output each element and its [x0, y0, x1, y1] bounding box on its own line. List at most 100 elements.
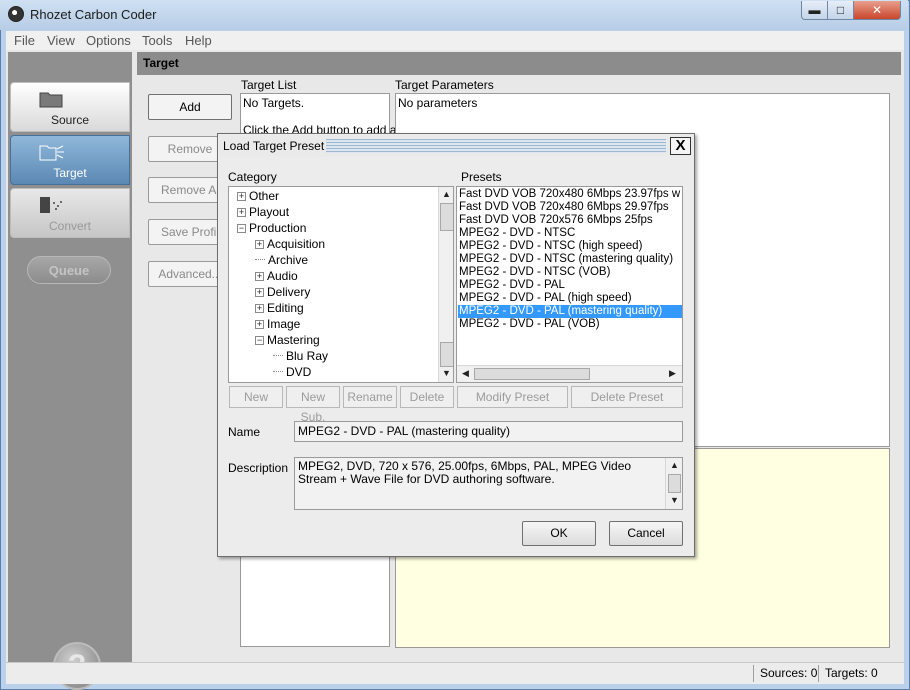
category-label-text: Archive: [268, 253, 309, 267]
maximize-button[interactable]: □: [827, 1, 854, 20]
rename-category-button[interactable]: Rename: [343, 386, 397, 408]
presets-list[interactable]: Fast DVD VOB 720x480 6Mbps 23.97fps w 2-…: [456, 186, 683, 383]
dialog-title: Load Target Preset: [223, 139, 325, 153]
scroll-right-icon[interactable]: ▶: [665, 366, 680, 381]
category-tree-item[interactable]: + Playout: [237, 204, 289, 220]
description-label: Description: [228, 461, 289, 475]
preset-list-item[interactable]: MPEG2 - DVD - NTSC (mastering quality): [459, 253, 673, 266]
expand-icon[interactable]: +: [255, 240, 264, 249]
expand-icon[interactable]: +: [255, 288, 264, 297]
category-label-text: DVD: [286, 365, 312, 379]
minimize-button[interactable]: ▬: [801, 1, 828, 20]
delete-preset-button[interactable]: Delete Preset: [571, 386, 683, 408]
preset-list-item[interactable]: MPEG2 - DVD - PAL (high speed): [459, 292, 632, 305]
expand-icon[interactable]: +: [237, 192, 246, 201]
new-category-button[interactable]: New: [229, 386, 283, 408]
desc-scroll-up-icon[interactable]: ▲: [667, 458, 682, 473]
window-title: Rhozet Carbon Coder: [30, 7, 157, 22]
category-tree-item[interactable]: + Acquisition: [255, 236, 325, 252]
preset-list-item[interactable]: MPEG2 - DVD - NTSC: [459, 227, 575, 240]
category-tree-item[interactable]: − Mastering: [255, 332, 320, 348]
delete-category-button[interactable]: Delete: [400, 386, 454, 408]
category-tree-item[interactable]: + Other: [237, 188, 279, 204]
nav-convert-button[interactable]: Convert: [10, 188, 130, 238]
nav-target-label: Target: [53, 166, 87, 180]
expand-icon[interactable]: +: [255, 320, 264, 329]
menu-tools[interactable]: Tools: [142, 33, 172, 48]
scroll-left-icon[interactable]: ◀: [458, 366, 473, 381]
preset-description-field[interactable]: MPEG2, DVD, 720 x 576, 25.00fps, 6Mbps, …: [294, 457, 683, 510]
preset-name-field[interactable]: MPEG2 - DVD - PAL (mastering quality): [294, 421, 683, 442]
desc-scroll-thumb[interactable]: [668, 474, 681, 493]
category-label-text: Audio: [267, 269, 298, 283]
category-label-text: Acquisition: [267, 237, 326, 251]
preset-list-item[interactable]: MPEG2 - DVD - NTSC (high speed): [459, 240, 642, 253]
close-button[interactable]: ✕: [853, 1, 901, 20]
preset-list-item[interactable]: Fast DVD VOB 720x576 6Mbps 25fps: [459, 214, 653, 227]
nav-source-button[interactable]: Source: [10, 82, 130, 132]
scroll-up-icon[interactable]: ▲: [439, 187, 453, 202]
expand-icon[interactable]: +: [237, 208, 246, 217]
cancel-button[interactable]: Cancel: [609, 521, 683, 546]
targets-count: Targets: 0: [818, 665, 884, 682]
scroll-down-icon[interactable]: ▼: [439, 366, 453, 381]
preset-list-item[interactable]: MPEG2 - DVD - PAL: [459, 279, 565, 292]
category-tree-item[interactable]: Blu Ray: [273, 348, 328, 364]
expand-icon[interactable]: +: [255, 304, 264, 313]
description-text: MPEG2, DVD, 720 x 576, 25.00fps, 6Mbps, …: [298, 459, 632, 486]
modify-preset-button[interactable]: Modify Preset: [457, 386, 568, 408]
name-label: Name: [228, 425, 261, 439]
ok-button[interactable]: OK: [522, 521, 596, 546]
category-label-text: Production: [249, 221, 307, 235]
new-sub-category-button[interactable]: New Sub.: [286, 386, 340, 424]
preset-list-item[interactable]: MPEG2 - DVD - PAL (VOB): [459, 318, 600, 331]
section-title: Target: [137, 52, 901, 75]
category-label: Category: [228, 170, 277, 184]
queue-button[interactable]: Queue: [27, 256, 111, 284]
target-list-empty-text: No Targets.: [243, 96, 305, 110]
category-tree-item[interactable]: − Production: [237, 220, 306, 236]
menu-options[interactable]: Options: [86, 33, 131, 48]
nav-convert-label: Convert: [48, 219, 92, 233]
app-icon[interactable]: [8, 6, 24, 22]
dialog-close-button[interactable]: X: [670, 137, 691, 155]
category-label-text: Image: [267, 317, 301, 331]
category-tree-item[interactable]: + Editing: [255, 300, 304, 316]
menu-view[interactable]: View: [47, 33, 75, 48]
tree-connector: [273, 371, 283, 372]
presets-hscrollbar[interactable]: ◀ ▶: [457, 365, 682, 382]
menu-file[interactable]: File: [14, 33, 35, 48]
expand-icon[interactable]: +: [255, 272, 264, 281]
preset-list-item[interactable]: Fast DVD VOB 720x480 6Mbps 23.97fps w 2-…: [459, 188, 682, 201]
add-target-button[interactable]: Add: [148, 94, 232, 120]
scroll-thumb[interactable]: [440, 203, 453, 231]
category-label-text: Blu Ray: [286, 349, 329, 363]
preset-list-item[interactable]: Fast DVD VOB 720x480 6Mbps 29.97fps: [459, 201, 669, 214]
folder-icon: [39, 92, 63, 108]
category-tree-item[interactable]: + Delivery: [255, 284, 310, 300]
preset-list-item[interactable]: MPEG2 - DVD - PAL (mastering quality): [458, 305, 682, 318]
category-scrollbar[interactable]: ▲ ▼: [438, 187, 453, 382]
category-tree-item[interactable]: + Image: [255, 316, 300, 332]
nav-source-label: Source: [50, 113, 90, 127]
scroll-thumb-lower[interactable]: [440, 342, 453, 367]
menu-help[interactable]: Help: [185, 33, 212, 48]
nav-target-button[interactable]: Target: [10, 135, 130, 185]
collapse-icon[interactable]: −: [255, 336, 264, 345]
category-label-text: Playout: [249, 205, 290, 219]
category-tree-item[interactable]: Archive: [255, 252, 308, 268]
preset-list-item[interactable]: MPEG2 - DVD - NTSC (VOB): [459, 266, 610, 279]
dialog-title-decoration: [326, 139, 666, 153]
hscroll-thumb[interactable]: [474, 368, 590, 380]
category-label-text: Delivery: [267, 285, 311, 299]
category-tree-item[interactable]: DVD: [273, 364, 311, 380]
presets-label: Presets: [461, 170, 502, 184]
category-label-text: Editing: [267, 301, 304, 315]
category-tree-item[interactable]: + Audio: [255, 268, 298, 284]
tree-connector: [255, 259, 265, 260]
collapse-icon[interactable]: −: [237, 224, 246, 233]
category-label-text: Other: [249, 189, 280, 203]
category-tree[interactable]: + Other + Playout − Production + Acquisition Arc…: [228, 186, 454, 383]
desc-scroll-down-icon[interactable]: ▼: [667, 493, 682, 508]
description-scrollbar[interactable]: ▲ ▼: [665, 458, 682, 509]
